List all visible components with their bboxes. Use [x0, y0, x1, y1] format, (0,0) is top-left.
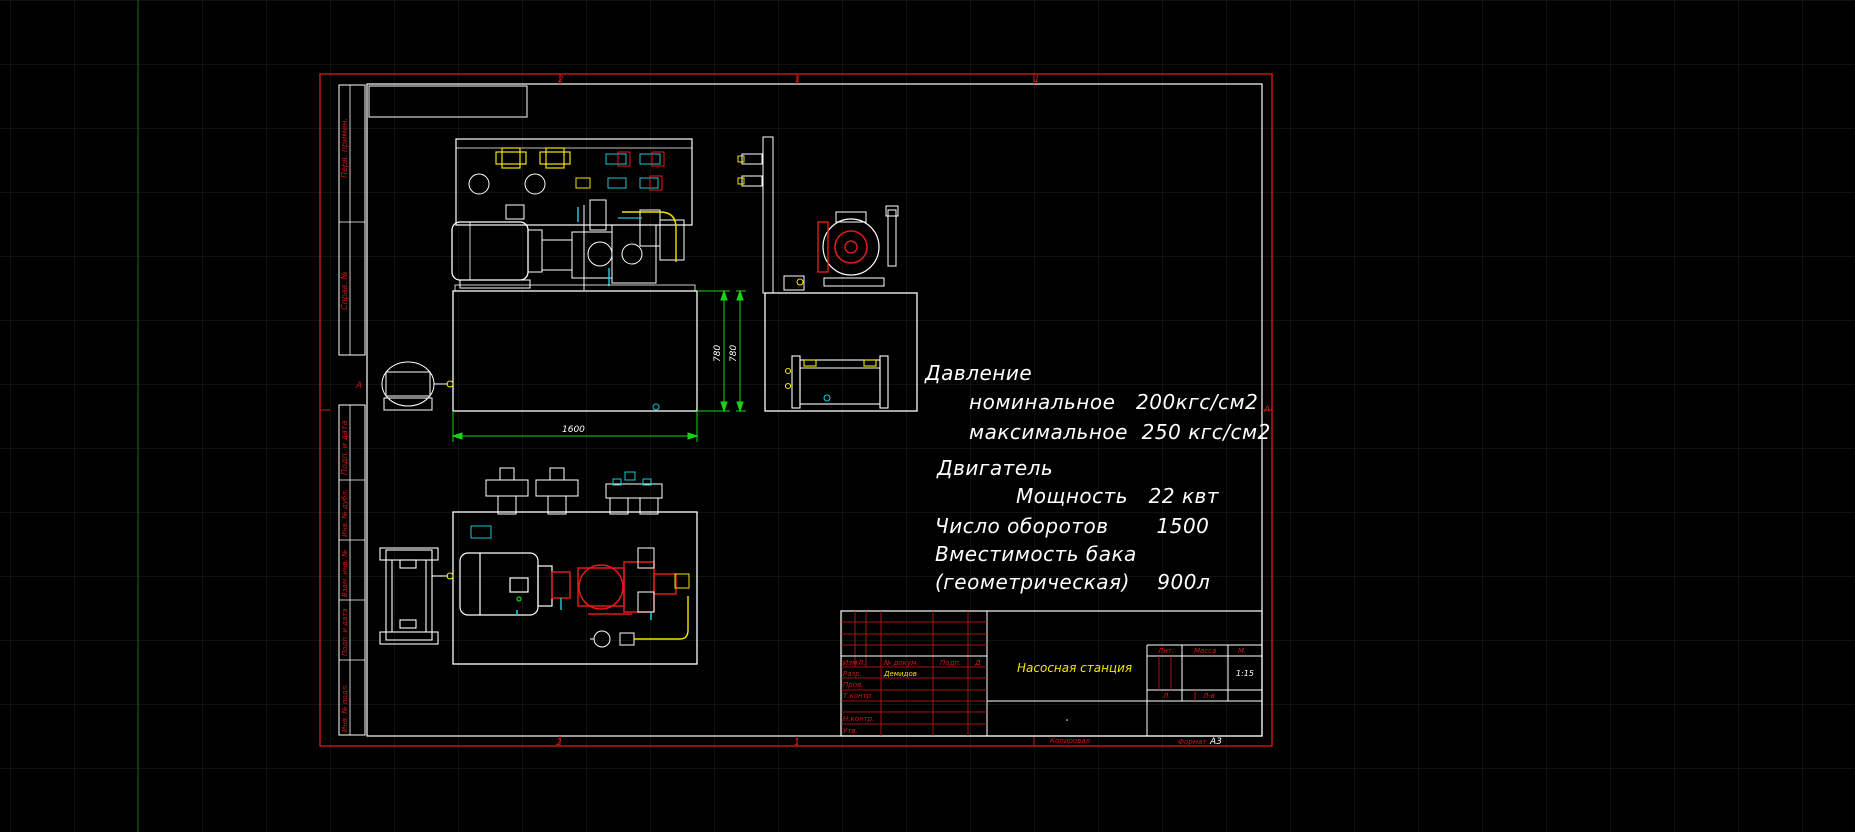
- title-header-col: Подп.: [940, 659, 961, 667]
- title-row-label: Разр.: [843, 670, 862, 678]
- title-header-col: № докум.: [883, 659, 919, 667]
- model-space-grid: [0, 0, 1855, 832]
- zone-mark-bottom-left: 2: [556, 738, 562, 748]
- cad-drawing-canvas[interactable]: 2 1 1 2 1 A A Перв. примен. Справ. № Под…: [0, 0, 1855, 832]
- spec-rpm: Число оборотов 1500: [935, 514, 1209, 538]
- spec-pressure-max: максимальное 250 кгс/см2: [969, 420, 1271, 444]
- title-row-label: Т.контр.: [843, 692, 873, 700]
- zone-mark-top-right: 1: [1034, 75, 1040, 85]
- title-header-col: Л.: [857, 659, 866, 667]
- dimension-height-label: 780: [713, 345, 723, 362]
- mass-header: Масса: [1194, 647, 1216, 655]
- spec-pressure-label: Давление: [924, 361, 1032, 385]
- title-header-col: Д: [974, 659, 981, 667]
- spec-engine-label: Двигатель: [936, 456, 1053, 480]
- dimension-width-label: 1600: [562, 425, 585, 435]
- copied-by-label: Копировал: [1050, 737, 1091, 745]
- scale-value: 1:15: [1236, 669, 1254, 678]
- format-label: Формат: [1178, 738, 1207, 746]
- lit-header: Лит.: [1157, 647, 1174, 655]
- title-row-label: Н.контр.: [843, 715, 874, 723]
- zone-mark-bottom-mid: 1: [794, 738, 800, 748]
- spec-tank-geom: (геометрическая) 900л: [935, 570, 1210, 594]
- spec-tank-label: Вместимость бака: [935, 542, 1137, 566]
- dimension-height-label: 780: [729, 345, 739, 362]
- spec-power: Мощность 22 квт: [1016, 484, 1220, 508]
- sheets-label: Л-в: [1202, 692, 1215, 700]
- zone-mark-top-left: 2: [558, 75, 564, 85]
- dot-marker: [1066, 719, 1068, 721]
- side-stamp-label: Справ. №: [340, 271, 349, 310]
- side-stamp-label: Инв. № подл.: [341, 684, 349, 732]
- sheet-label: Л.: [1162, 692, 1171, 700]
- zone-mark-top-mid: 1: [795, 75, 801, 85]
- drawing-title[interactable]: Насосная станция: [1017, 661, 1132, 675]
- title-header-col: Изм: [843, 659, 858, 667]
- zone-mark-side-right: A: [1263, 405, 1270, 415]
- zone-mark-side-left: A: [355, 381, 362, 391]
- spec-pressure-nominal: номинальное 200кгс/см2: [969, 390, 1258, 414]
- side-stamp-label: Подп. и дата: [340, 420, 349, 475]
- side-stamp-label: Перв. примен.: [340, 118, 349, 178]
- developer-name: Демидов: [883, 670, 917, 678]
- format-value: А3: [1209, 737, 1222, 747]
- title-row-label: Пров.: [843, 681, 863, 689]
- side-stamp-label: Взам. инв. №: [341, 549, 349, 597]
- side-stamp-label: Инв. № дубл.: [341, 489, 349, 537]
- title-row-label: Утв.: [843, 727, 858, 735]
- scale-header: М.: [1238, 647, 1246, 655]
- side-stamp-label: Подп. и дата: [341, 608, 349, 656]
